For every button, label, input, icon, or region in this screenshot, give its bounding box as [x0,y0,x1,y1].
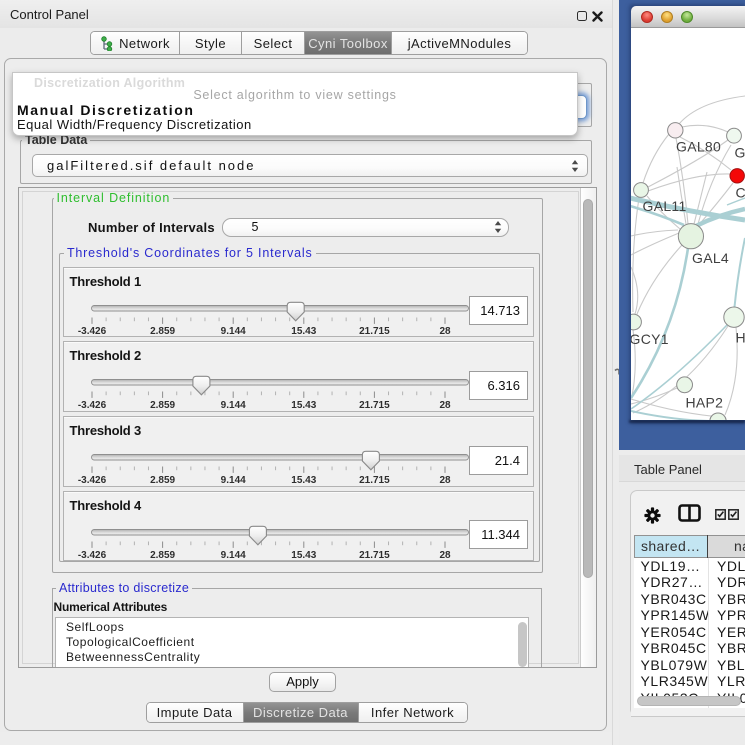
svg-text:21.715: 21.715 [359,550,390,561]
svg-text:15.43: 15.43 [291,550,316,561]
svg-text:28: 28 [439,400,451,411]
svg-text:2.859: 2.859 [150,475,175,486]
svg-text:9.144: 9.144 [221,400,246,411]
svg-text:15.43: 15.43 [291,400,316,411]
svg-text:GAL4: GAL4 [692,250,729,266]
svg-text:H: H [736,330,745,346]
svg-text:28: 28 [439,475,451,486]
svg-text:GAL11: GAL11 [643,198,687,214]
svg-text:-3.426: -3.426 [78,326,107,337]
svg-text:C: C [736,185,745,201]
svg-text:2.859: 2.859 [150,326,175,337]
svg-text:9.144: 9.144 [221,326,246,337]
svg-text:-3.426: -3.426 [78,550,107,561]
svg-text:15.43: 15.43 [291,326,316,337]
svg-text:GCY1: GCY1 [631,331,669,347]
svg-text:GA: GA [735,145,745,161]
svg-text:21.715: 21.715 [359,326,390,337]
svg-text:15.43: 15.43 [291,475,316,486]
svg-text:9.144: 9.144 [221,475,246,486]
svg-text:21.715: 21.715 [359,475,390,486]
svg-text:21.715: 21.715 [359,400,390,411]
svg-text:-3.426: -3.426 [78,400,107,411]
svg-text:-3.426: -3.426 [78,475,107,486]
svg-text:9.144: 9.144 [221,550,246,561]
svg-text:28: 28 [439,326,451,337]
svg-text:28: 28 [439,550,451,561]
svg-text:2.859: 2.859 [150,400,175,411]
svg-text:GAL80: GAL80 [676,139,721,155]
svg-text:2.859: 2.859 [150,550,175,561]
svg-text:HAP2: HAP2 [686,395,724,411]
